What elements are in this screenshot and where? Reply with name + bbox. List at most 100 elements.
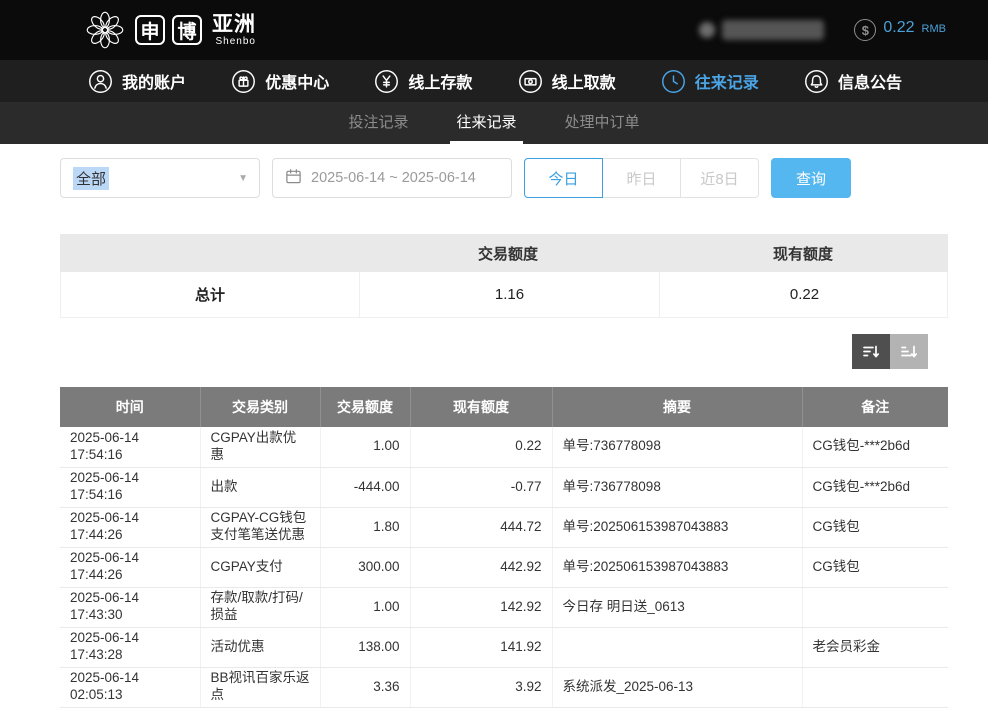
nav-label: 优惠中心 [265,69,329,93]
table-cell: 141.92 [410,627,552,667]
table-cell: 2025-06-14 17:54:16 [60,467,200,507]
table-cell: 138.00 [320,627,410,667]
table-cell: CG钱包 [802,507,948,547]
header-summary: 摘要 [552,387,802,427]
calendar-icon [285,168,302,189]
table-cell: 442.92 [410,547,552,587]
logo-region-text: 亚洲 [212,14,256,35]
logo-subtitle: Shenbo [216,37,256,47]
table-row: 2025-06-14 17:54:16出款-444.00-0.77单号:7367… [60,467,948,507]
table-cell: 2025-06-14 17:44:26 [60,547,200,587]
table-cell: 今日存 明日送_0613 [552,587,802,627]
table-cell: 系统派发_2025-06-13 [552,667,802,707]
table-row: 2025-06-14 02:05:13BB视讯百家乐返点3.363.92系统派发… [60,667,948,707]
balance-currency: RMB [922,23,946,35]
table-cell: 2025-06-14 17:44:26 [60,507,200,547]
table-cell: CG钱包 [802,547,948,587]
today-button[interactable]: 今日 [524,158,603,198]
table-cell: CGPAY出款优惠 [200,427,320,467]
table-cell: 3.92 [410,667,552,707]
sort-ascending-button[interactable] [890,334,928,369]
table-header-row: 时间 交易类别 交易额度 现有额度 摘要 备注 [60,387,948,427]
table-cell: 单号:736778098 [552,427,802,467]
summary-total-row: 总计 1.16 0.22 [60,272,948,318]
main-navigation: 我的账户 优惠中心 线上存款 线上取款 往来记录 信息公告 [0,60,988,102]
nav-label: 信息公告 [838,69,902,93]
table-cell: 单号:202506153987043883 [552,507,802,547]
nav-item-deposit[interactable]: 线上存款 [374,69,472,94]
deposit-coin-icon [374,69,399,94]
nav-item-announcements[interactable]: 信息公告 [804,69,902,94]
header-transaction-amount: 交易额度 [320,387,410,427]
withdraw-banknote-icon [518,69,543,94]
header-time: 时间 [60,387,200,427]
nav-item-transaction-records[interactable]: 往来记录 [661,69,759,94]
header-current-balance: 现有额度 [410,387,552,427]
header-remarks: 备注 [802,387,948,427]
header-transaction-type: 交易类别 [200,387,320,427]
table-row: 2025-06-14 17:43:30存款/取款/打码/损益1.00142.92… [60,587,948,627]
table-cell: 存款/取款/打码/损益 [200,587,320,627]
transactions-table: 时间 交易类别 交易额度 现有额度 摘要 备注 2025-06-14 17:54… [60,387,948,708]
summary-table: 交易额度 现有额度 总计 1.16 0.22 [60,234,948,318]
tab-betting-records[interactable]: 投注记录 [342,102,414,144]
table-cell: 出款 [200,467,320,507]
table-row: 2025-06-14 17:44:26CGPAY-CG钱包支付笔笔送优惠1.80… [60,507,948,547]
nav-item-promotions[interactable]: 优惠中心 [231,69,329,94]
summary-header-empty [60,234,358,272]
table-cell: 活动优惠 [200,627,320,667]
tab-processing-orders[interactable]: 处理中订单 [559,102,646,144]
table-cell: 2025-06-14 17:43:30 [60,587,200,627]
gift-icon [231,69,256,94]
date-range-value: 2025-06-14 ~ 2025-06-14 [311,170,476,186]
table-cell: 1.00 [320,427,410,467]
table-cell [802,667,948,707]
table-cell: CG钱包-***2b6d [802,427,948,467]
table-cell: 单号:736778098 [552,467,802,507]
table-row: 2025-06-14 17:44:26CGPAY支付300.00442.92单号… [60,547,948,587]
logo-char-shen: 申 [135,15,165,45]
balance-display[interactable]: $ 0.22 RMB [854,19,946,41]
quick-date-group: 今日 昨日 近8日 [524,158,759,198]
filter-bar: 全部 ▼ 2025-06-14 ~ 2025-06-14 今日 昨日 近8日 查… [60,158,988,198]
last-8-days-button[interactable]: 近8日 [680,158,759,198]
record-tabs: 投注记录 往来记录 处理中订单 [0,102,988,144]
query-button[interactable]: 查询 [771,158,851,198]
records-clock-icon [661,69,686,94]
table-cell: 2025-06-14 17:54:16 [60,427,200,467]
bell-icon [804,69,829,94]
summary-header-row: 交易额度 现有额度 [60,234,948,272]
table-cell [552,627,802,667]
table-cell [802,587,948,627]
table-cell: 1.00 [320,587,410,627]
table-cell: 1.80 [320,507,410,547]
summary-total-label: 总计 [61,272,359,317]
user-account-blurred[interactable] [699,20,824,40]
table-row: 2025-06-14 17:43:28活动优惠138.00141.92老会员彩金 [60,627,948,667]
summary-balance-total: 0.22 [659,272,949,317]
yesterday-button[interactable]: 昨日 [602,158,681,198]
category-select[interactable]: 全部 ▼ [60,158,260,198]
flower-logo-icon [82,7,128,53]
tab-transaction-records[interactable]: 往来记录 [450,102,522,144]
summary-header-balance: 现有额度 [658,234,948,272]
site-logo[interactable]: 申 博 亚洲 Shenbo [82,7,256,53]
date-range-input[interactable]: 2025-06-14 ~ 2025-06-14 [272,158,512,198]
nav-item-my-account[interactable]: 我的账户 [88,69,186,94]
table-row: 2025-06-14 17:54:16CGPAY出款优惠1.000.22单号:7… [60,427,948,467]
table-cell: 300.00 [320,547,410,587]
username-redacted [722,20,824,40]
table-cell: CGPAY支付 [200,547,320,587]
dollar-icon: $ [854,19,876,41]
nav-label: 线上存款 [408,69,472,93]
table-cell: -0.77 [410,467,552,507]
nav-item-withdrawal[interactable]: 线上取款 [518,69,616,94]
user-avatar [699,22,715,38]
table-cell: 单号:202506153987043883 [552,547,802,587]
nav-label: 我的账户 [122,69,186,93]
top-bar: 申 博 亚洲 Shenbo $ 0.22 RMB [0,0,988,60]
sort-ascending-icon [899,342,919,362]
sort-descending-button[interactable] [852,334,890,369]
table-cell: CGPAY-CG钱包支付笔笔送优惠 [200,507,320,547]
user-icon [88,69,113,94]
